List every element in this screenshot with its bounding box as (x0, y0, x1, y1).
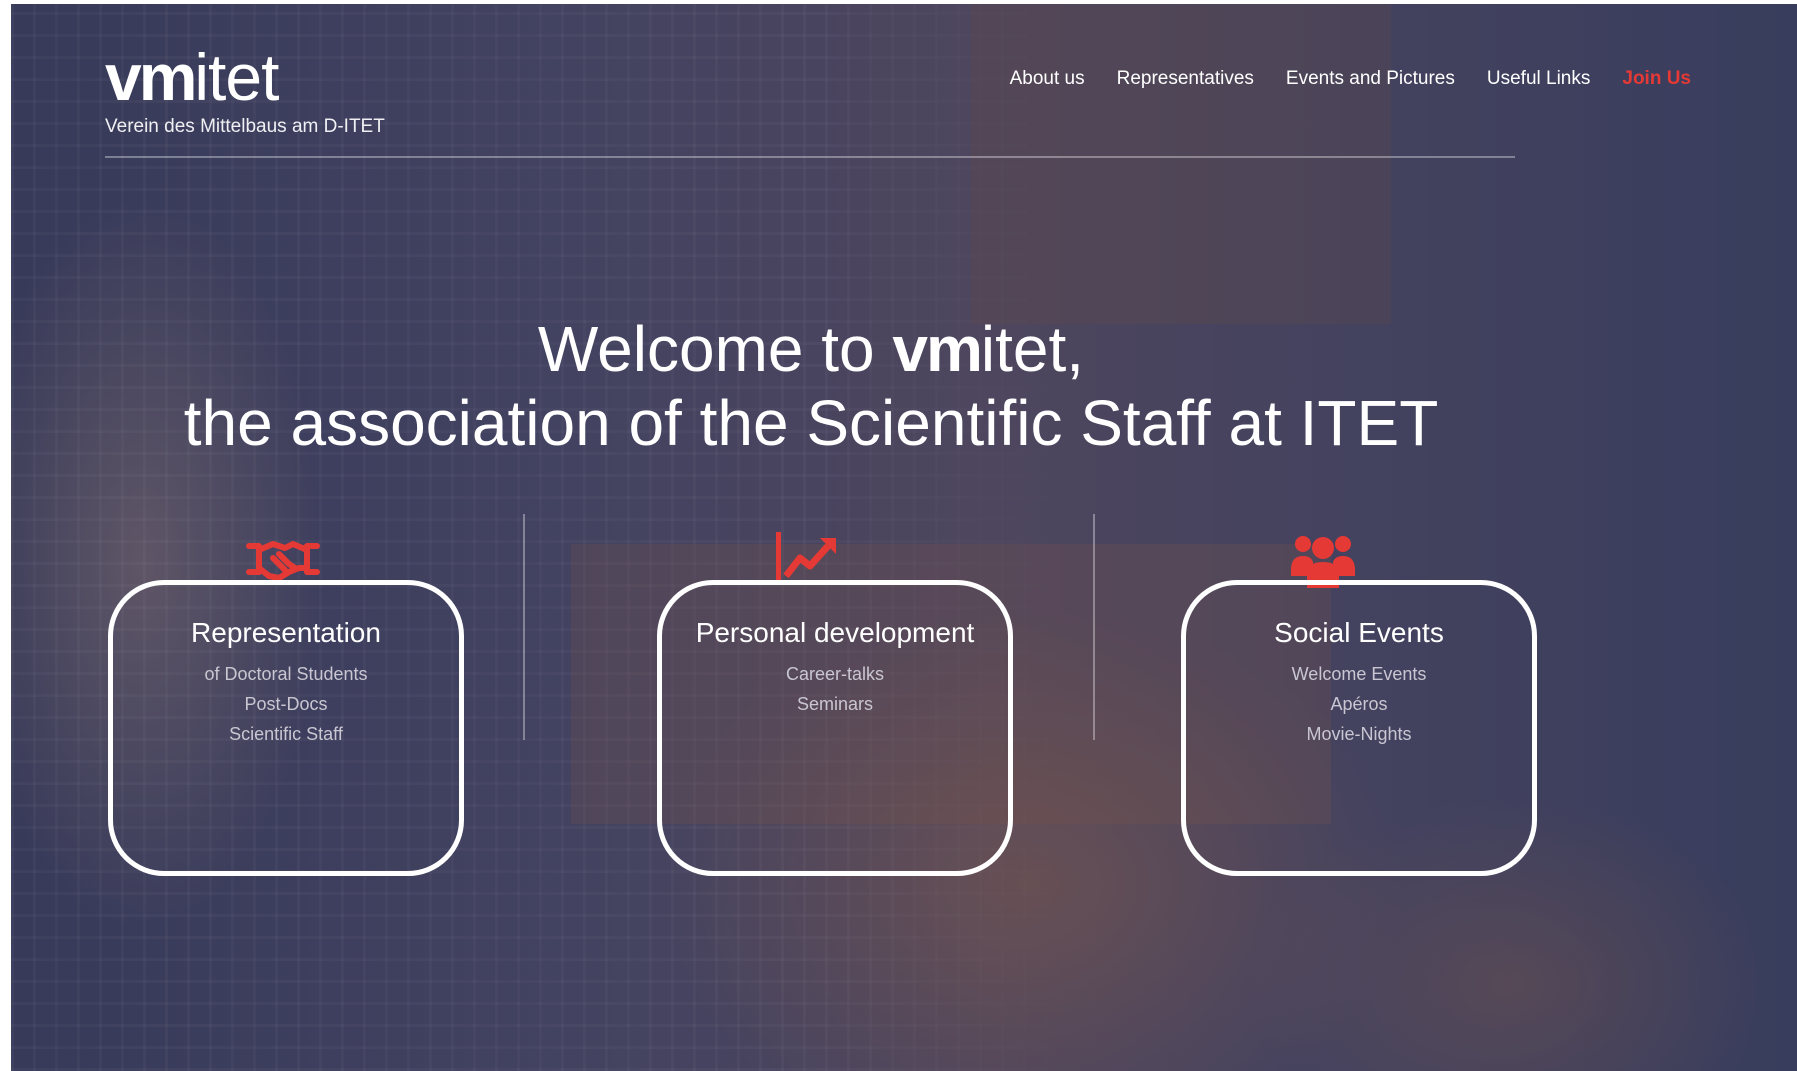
nav-join-us[interactable]: Join Us (1606, 68, 1707, 90)
card-item: Movie-Nights (1306, 724, 1412, 744)
feature-divider-2 (1093, 514, 1095, 740)
feature-card-social-events[interactable]: Social Events Welcome Events Apéros Movi… (1181, 580, 1537, 876)
feature-card-personal-development[interactable]: Personal development Career-talks Semina… (657, 580, 1013, 876)
card-item: Seminars (796, 694, 874, 714)
feature-divider-1 (523, 514, 525, 740)
hero-brand-bold: vm (892, 313, 982, 385)
hero-brand-light: itet (980, 313, 1067, 385)
handshake-icon (246, 541, 320, 581)
hero-prefix: Welcome to (537, 313, 893, 385)
card-item: Post-Docs (244, 694, 328, 714)
nav-useful-links[interactable]: Useful Links (1471, 68, 1607, 90)
card-title: Representation (191, 617, 381, 648)
hero-line-2: the association of the Scientific Staff … (183, 387, 1439, 459)
hero-suffix: , (1066, 313, 1085, 385)
logo-bold: vm (105, 40, 197, 114)
logo-light: itet (194, 40, 279, 114)
site-tagline: Verein des Mittelbaus am D-ITET (105, 116, 385, 137)
hero-heading: Welcome to vmitet, the association of th… (11, 312, 1611, 460)
page: vmitet Verein des Mittelbaus am D-ITET A… (11, 4, 1797, 1071)
card-item: of Doctoral Students (204, 664, 368, 684)
card-item: Apéros (1330, 694, 1388, 714)
card-item: Career-talks (785, 664, 885, 684)
header-divider (105, 156, 1515, 158)
logo-wordmark: vmitet (105, 42, 385, 112)
site-logo[interactable]: vmitet Verein des Mittelbaus am D-ITET (105, 42, 385, 138)
hero-brand: vmitet (892, 313, 1066, 385)
card-title: Social Events (1274, 617, 1444, 648)
card-item: Scientific Staff (229, 724, 343, 744)
main-nav: About us Representatives Events and Pict… (994, 68, 1707, 90)
hero-line-1: Welcome to vmitet, (11, 312, 1611, 386)
feature-card-representation[interactable]: Representation of Doctoral Students Post… (108, 580, 464, 876)
card-title: Personal development (695, 617, 975, 648)
nav-representatives[interactable]: Representatives (1101, 68, 1270, 90)
trending-up-icon (776, 532, 836, 580)
nav-about-us[interactable]: About us (994, 68, 1101, 90)
card-item: Welcome Events (1291, 664, 1427, 684)
nav-events-and-pictures[interactable]: Events and Pictures (1270, 68, 1471, 90)
